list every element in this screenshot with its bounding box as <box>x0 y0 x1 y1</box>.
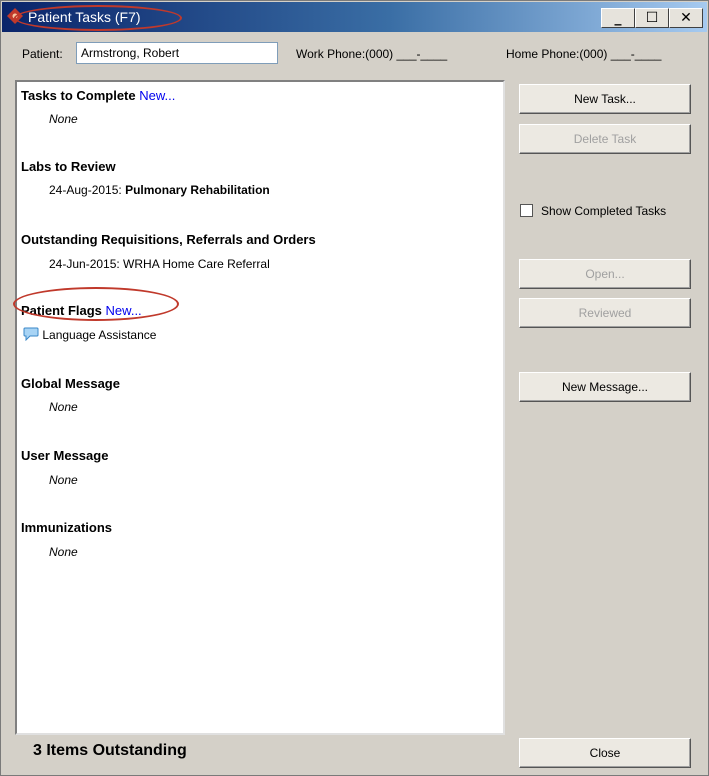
section-labs-title: Labs to Review <box>21 159 116 174</box>
section-user-title: User Message <box>21 448 109 463</box>
open-button[interactable]: Open... <box>519 259 691 289</box>
patient-name-field[interactable]: Armstrong, Robert <box>76 42 278 64</box>
title-annotation-ellipse <box>14 5 182 31</box>
close-button[interactable]: Close <box>519 738 691 768</box>
section-tasks-title: Tasks to Complete New... <box>21 88 175 103</box>
immun-item: None <box>49 545 78 559</box>
new-task-button[interactable]: New Task... <box>519 84 691 114</box>
reviewed-button[interactable]: Reviewed <box>519 298 691 328</box>
tasks-panel: Tasks to Complete New... None Labs to Re… <box>13 80 505 735</box>
close-window-button[interactable]: ✕ <box>669 8 703 28</box>
speech-bubble-icon <box>23 327 39 342</box>
new-task-link[interactable]: New... <box>139 88 175 103</box>
tasks-title-text: Tasks to Complete <box>21 88 136 103</box>
title-bar[interactable]: Patient Tasks (F7) _ ☐ ✕ <box>2 2 707 32</box>
requisition-item[interactable]: 24-Jun-2015: WRHA Home Care Referral <box>49 257 270 271</box>
flag-item[interactable]: Language Assistance <box>23 327 156 342</box>
section-reqs-title: Outstanding Requisitions, Referrals and … <box>21 232 316 247</box>
lab-date: 24-Aug-2015: <box>49 183 122 197</box>
user-item: None <box>49 473 78 487</box>
lab-item[interactable]: 24-Aug-2015: Pulmonary Rehabilitation <box>49 183 270 197</box>
section-immun-title: Immunizations <box>21 520 113 535</box>
work-phone: Work Phone:(000) ___-____ <box>296 47 448 61</box>
section-global-title: Global Message <box>21 376 120 391</box>
flag-label: Language Assistance <box>42 328 157 342</box>
patient-label: Patient: <box>22 47 63 61</box>
show-completed-checkbox[interactable] <box>520 204 533 217</box>
delete-task-button[interactable]: Delete Task <box>519 124 691 154</box>
maximize-button[interactable]: ☐ <box>635 8 669 28</box>
lab-name: Pulmonary Rehabilitation <box>125 183 270 197</box>
show-completed-label: Show Completed Tasks <box>541 204 667 218</box>
flags-annotation-ellipse <box>13 287 179 321</box>
items-outstanding-status: 3 Items Outstanding <box>33 742 187 759</box>
home-phone: Home Phone:(000) ___-____ <box>506 47 662 61</box>
minimize-button[interactable]: _ <box>601 8 635 28</box>
global-item: None <box>49 400 78 414</box>
tasks-item: None <box>49 112 78 126</box>
new-message-button[interactable]: New Message... <box>519 372 691 402</box>
